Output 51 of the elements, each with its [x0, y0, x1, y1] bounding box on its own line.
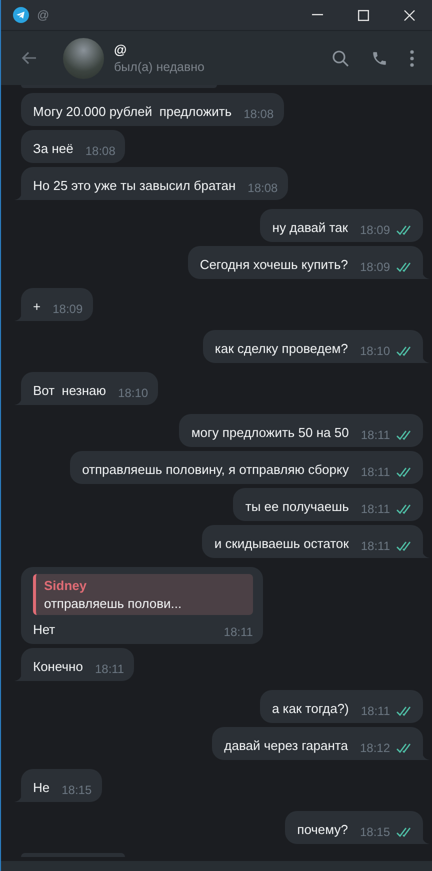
- back-arrow-icon[interactable]: [21, 51, 37, 65]
- message-time: 18:11: [360, 428, 390, 442]
- reply-author: Sidney: [44, 578, 88, 593]
- message-text: За неё: [33, 140, 74, 158]
- message-time: 18:08: [85, 144, 116, 158]
- message-text: и скидываешь остаток: [214, 535, 349, 553]
- minimize-icon: [312, 14, 322, 16]
- maximize-icon: [358, 10, 368, 20]
- message-text: ну давай так: [272, 219, 348, 237]
- close-icon: [404, 10, 414, 20]
- message-text: как сделку проведем?: [214, 340, 348, 358]
- message-text: ты ее получаешь: [245, 498, 349, 516]
- contact-status: был(а) недавно: [114, 60, 206, 74]
- reply-quote[interactable]: Sidney отправляешь полови...: [33, 574, 253, 615]
- window-title: @: [37, 8, 50, 22]
- message-time: 18:15: [360, 825, 390, 839]
- message-text: Нет: [33, 621, 56, 639]
- reply-text: отправляешь полови...: [44, 596, 183, 611]
- message-time: 18:08: [248, 181, 278, 195]
- message-time: 18:12: [360, 741, 390, 755]
- message-text: Но 25 это уже ты завысил братан: [33, 177, 236, 195]
- message-time: 18:11: [360, 704, 390, 718]
- message-time: 18:10: [118, 386, 148, 400]
- phone-icon: [371, 50, 388, 66]
- message-text: Сегодня хочешь купить?: [200, 256, 348, 274]
- message-time: 18:08: [244, 107, 274, 121]
- message-text: Конечно: [33, 658, 83, 676]
- message-text: могу предложить 50 на 50: [191, 424, 349, 442]
- more-icon: [410, 50, 414, 66]
- message-text: +: [33, 298, 41, 316]
- message-time: 18:11: [224, 625, 253, 639]
- message-text: Вот незнаю: [33, 382, 106, 400]
- message-text: а как тогда?): [272, 700, 349, 718]
- message-time: 18:15: [62, 783, 92, 797]
- message-text: давай через гаранта: [224, 737, 348, 755]
- message-text: Могу 20.000 рублей предложить: [33, 103, 232, 121]
- app-logo-icon: [13, 7, 29, 23]
- message-text: отправляешь половину, я отправляю сборку: [82, 461, 349, 479]
- message-time: 18:09: [52, 302, 83, 316]
- message-time: 18:11: [360, 539, 390, 553]
- contact-name: @: [114, 42, 128, 57]
- search-icon: [332, 50, 349, 66]
- message-time: 18:11: [360, 465, 390, 479]
- message-time: 18:10: [360, 344, 390, 358]
- message-time: 18:09: [360, 260, 390, 274]
- message-text: почему?: [297, 821, 348, 839]
- message-time: 18:11: [360, 502, 390, 516]
- avatar-photo-placeholder[interactable]: [63, 38, 104, 78]
- message-time: 18:09: [360, 223, 390, 237]
- message-time: 18:11: [94, 662, 124, 676]
- message-text: Не: [33, 779, 50, 797]
